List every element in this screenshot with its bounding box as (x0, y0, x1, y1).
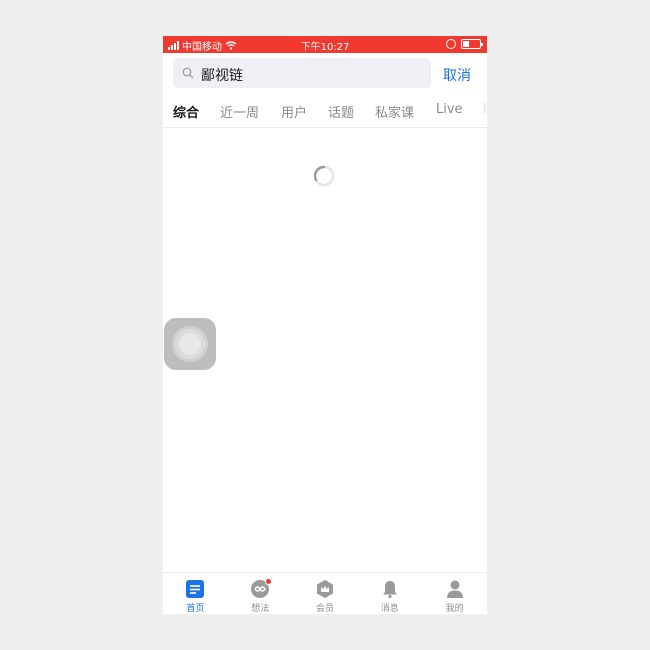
tab-users[interactable]: 用户 (281, 102, 307, 121)
assistive-touch-button[interactable] (164, 318, 216, 370)
status-bar-right (446, 39, 483, 49)
home-icon (186, 580, 205, 598)
nav-label-profile: 我的 (445, 604, 464, 614)
nav-label-membership: 会员 (315, 604, 334, 614)
membership-icon (316, 580, 333, 598)
battery-fill (463, 41, 469, 47)
loading-spinner-icon (313, 165, 335, 187)
bottom-navigation: 首页 想法 会员 消息 我的 (163, 572, 487, 614)
tab-comprehensive[interactable]: 综合 (173, 102, 199, 121)
tab-live[interactable]: Live (436, 102, 463, 117)
rotation-lock-icon (446, 39, 456, 49)
status-bar: 中国移动 下午10:27 (163, 36, 487, 53)
nav-item-messages[interactable]: 消息 (357, 573, 422, 614)
nav-label-messages: 消息 (380, 604, 399, 614)
nav-item-ideas[interactable]: 想法 (228, 573, 293, 614)
notification-badge (265, 578, 273, 585)
assistive-touch-icon (179, 333, 201, 355)
cancel-button[interactable]: 取消 (443, 65, 471, 85)
search-query: 鄙视链 (201, 68, 243, 84)
tab-overflow[interactable]: I (483, 102, 487, 117)
nav-label-ideas: 想法 (251, 604, 270, 614)
bell-icon (382, 581, 397, 599)
profile-icon (446, 580, 463, 598)
tab-private-courses[interactable]: 私家课 (375, 102, 414, 121)
nav-item-membership[interactable]: 会员 (293, 573, 358, 614)
phone-screen: 中国移动 下午10:27 鄙视链 取消 综合 近一周 用户 话题 私家课 Liv… (163, 36, 487, 614)
battery-icon (461, 39, 483, 49)
nav-item-profile[interactable]: 我的 (422, 573, 487, 614)
tab-bar: 综合 近一周 用户 话题 私家课 Live I (163, 93, 487, 128)
tab-topics[interactable]: 话题 (328, 102, 354, 121)
tab-recent-week[interactable]: 近一周 (220, 102, 259, 121)
search-bar: 鄙视链 取消 (163, 53, 487, 93)
status-time: 下午10:27 (300, 42, 350, 53)
search-icon (182, 67, 194, 79)
nav-item-home[interactable]: 首页 (163, 573, 228, 614)
nav-label-home: 首页 (186, 604, 205, 614)
ideas-icon (250, 578, 273, 599)
search-input[interactable]: 鄙视链 (173, 58, 431, 88)
